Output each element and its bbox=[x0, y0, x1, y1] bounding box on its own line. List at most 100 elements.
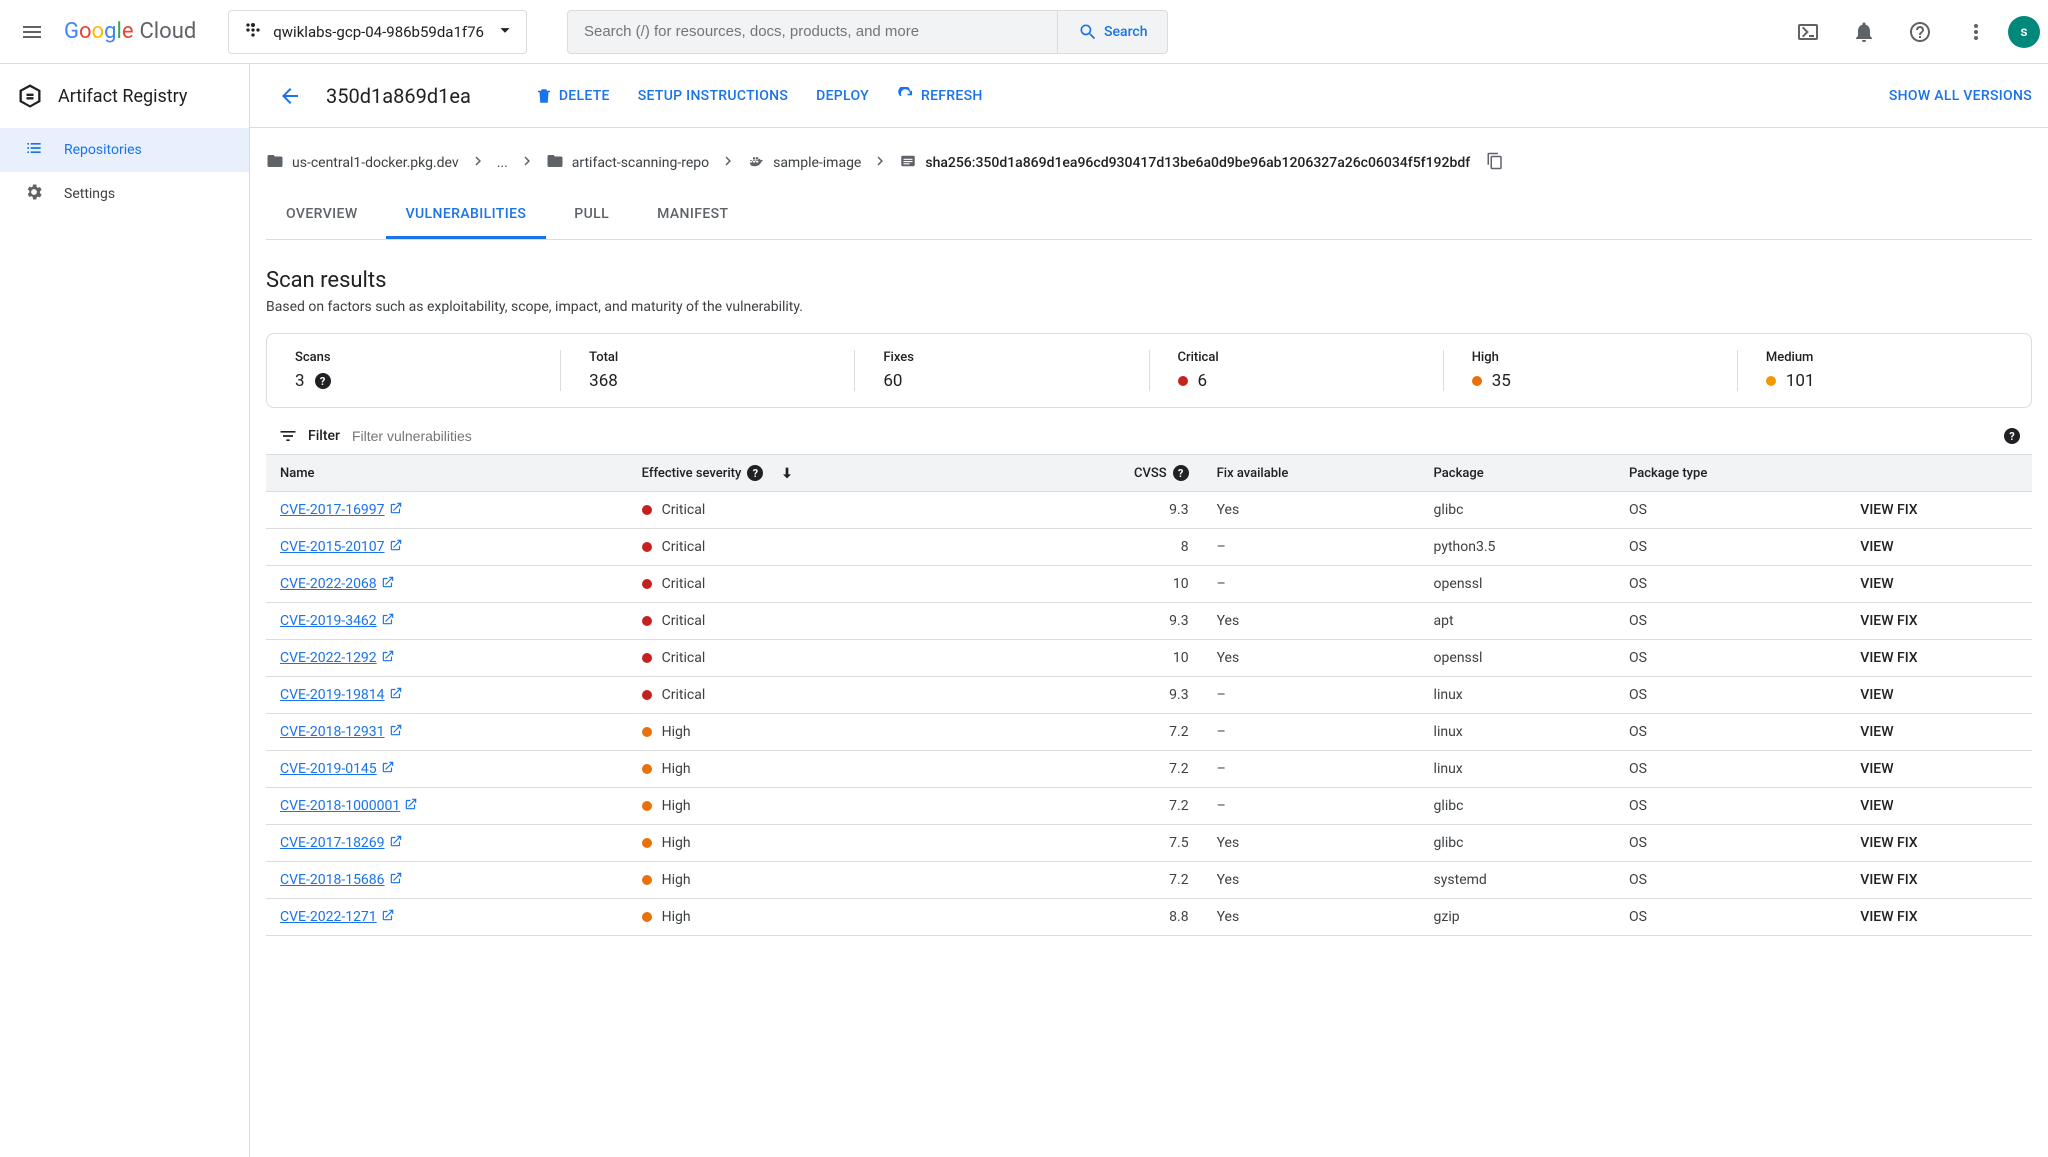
search-bar[interactable]: Search bbox=[567, 10, 1169, 54]
sidebar-item-settings[interactable]: Settings bbox=[0, 172, 249, 216]
package-cell: gzip bbox=[1420, 899, 1615, 936]
digest-icon bbox=[899, 152, 917, 174]
breadcrumb-item[interactable]: artifact-scanning-repo bbox=[546, 152, 709, 174]
view-action-button[interactable]: VIEW bbox=[1860, 798, 1893, 814]
arrow-left-icon bbox=[278, 84, 302, 108]
section-subtitle: Based on factors such as exploitability,… bbox=[266, 299, 2032, 315]
severity-cell: Critical bbox=[642, 650, 1009, 666]
product-header[interactable]: Artifact Registry bbox=[0, 64, 249, 128]
view-action-button[interactable]: VIEW bbox=[1860, 761, 1893, 777]
col-severity[interactable]: Effective severity? bbox=[628, 455, 1023, 492]
severity-cell: Critical bbox=[642, 613, 1009, 629]
cve-link[interactable]: CVE-2019-0145 bbox=[280, 760, 395, 778]
severity-dot-icon bbox=[642, 764, 652, 774]
external-link-icon bbox=[389, 501, 403, 519]
external-link-icon bbox=[381, 649, 395, 667]
delete-button[interactable]: DELETE bbox=[535, 87, 610, 105]
hamburger-menu[interactable] bbox=[8, 8, 56, 56]
show-all-versions-button[interactable]: SHOW ALL VERSIONS bbox=[1889, 88, 2032, 104]
cve-link[interactable]: CVE-2022-1271 bbox=[280, 908, 395, 926]
stat-fixes: Fixes60 bbox=[855, 350, 1149, 391]
view-action-button[interactable]: VIEW bbox=[1860, 539, 1893, 555]
bell-icon bbox=[1852, 20, 1876, 44]
severity-help-icon[interactable]: ? bbox=[747, 465, 763, 481]
cvss-help-icon[interactable]: ? bbox=[1173, 465, 1189, 481]
view-action-button[interactable]: VIEW FIX bbox=[1860, 650, 1917, 666]
view-action-button[interactable]: VIEW FIX bbox=[1860, 613, 1917, 629]
view-action-button[interactable]: VIEW bbox=[1860, 687, 1893, 703]
chevron-right-icon bbox=[719, 152, 737, 174]
cve-link[interactable]: CVE-2018-12931 bbox=[280, 723, 403, 741]
col-package[interactable]: Package bbox=[1420, 455, 1615, 492]
table-row: CVE-2019-3462Critical9.3YesaptOSVIEW FIX bbox=[266, 603, 2032, 640]
deploy-button[interactable]: DEPLOY bbox=[816, 88, 869, 104]
view-action-button[interactable]: VIEW bbox=[1860, 576, 1893, 592]
view-action-button[interactable]: VIEW FIX bbox=[1860, 909, 1917, 925]
package-type-cell: OS bbox=[1615, 899, 1846, 936]
help-icon bbox=[1908, 20, 1932, 44]
filter-help[interactable]: ? bbox=[2004, 428, 2020, 444]
col-cvss[interactable]: CVSS? bbox=[1023, 455, 1203, 492]
setup-instructions-button[interactable]: SETUP INSTRUCTIONS bbox=[638, 88, 788, 104]
severity-dot-icon bbox=[1178, 376, 1188, 386]
gcp-logo[interactable]: Google Cloud bbox=[64, 19, 196, 44]
vulnerabilities-table: Name Effective severity? CVSS? Fix avail… bbox=[266, 454, 2032, 936]
copy-digest-button[interactable] bbox=[1486, 152, 1504, 174]
breadcrumb-item[interactable]: us-central1-docker.pkg.dev bbox=[266, 152, 459, 174]
severity-dot-icon bbox=[642, 542, 652, 552]
cve-link[interactable]: CVE-2015-20107 bbox=[280, 538, 403, 556]
external-link-icon bbox=[381, 908, 395, 926]
cve-link[interactable]: CVE-2022-2068 bbox=[280, 575, 395, 593]
package-type-cell: OS bbox=[1615, 677, 1846, 714]
package-type-cell: OS bbox=[1615, 492, 1846, 529]
back-button[interactable] bbox=[266, 72, 314, 120]
cve-link[interactable]: CVE-2019-3462 bbox=[280, 612, 395, 630]
view-action-button[interactable]: VIEW bbox=[1860, 724, 1893, 740]
tab-manifest[interactable]: MANIFEST bbox=[637, 192, 748, 239]
cve-link[interactable]: CVE-2018-1000001 bbox=[280, 797, 418, 815]
col-name[interactable]: Name bbox=[266, 455, 628, 492]
table-row: CVE-2019-0145High7.2–linuxOSVIEW bbox=[266, 751, 2032, 788]
google-logotype: Google bbox=[64, 19, 133, 44]
tab-vulnerabilities[interactable]: VULNERABILITIES bbox=[386, 192, 547, 239]
tab-overview[interactable]: OVERVIEW bbox=[266, 192, 378, 239]
breadcrumb-item[interactable]: sample-image bbox=[747, 152, 861, 174]
view-action-button[interactable]: VIEW FIX bbox=[1860, 502, 1917, 518]
cve-link[interactable]: CVE-2022-1292 bbox=[280, 649, 395, 667]
table-row: CVE-2017-16997Critical9.3YesglibcOSVIEW … bbox=[266, 492, 2032, 529]
cvss-cell: 7.2 bbox=[1023, 751, 1203, 788]
fix-cell: – bbox=[1203, 566, 1420, 603]
account-avatar[interactable]: s bbox=[2008, 16, 2040, 48]
search-button[interactable]: Search bbox=[1057, 11, 1167, 53]
scans-help-icon[interactable]: ? bbox=[315, 373, 331, 389]
page-header: 350d1a869d1ea DELETE SETUP INSTRUCTIONS … bbox=[250, 64, 2048, 128]
stats-card: Scans3 ?Total368Fixes60Critical6High35Me… bbox=[266, 333, 2032, 408]
cve-link[interactable]: CVE-2017-16997 bbox=[280, 501, 403, 519]
notifications-button[interactable] bbox=[1840, 8, 1888, 56]
cve-link[interactable]: CVE-2019-19814 bbox=[280, 686, 403, 704]
stat-total: Total368 bbox=[561, 350, 855, 391]
breadcrumbs: us-central1-docker.pkg.dev... artifact-sc… bbox=[266, 152, 2032, 174]
toolbar: DELETE SETUP INSTRUCTIONS DEPLOY REFRESH bbox=[535, 87, 983, 105]
more-button[interactable] bbox=[1952, 8, 2000, 56]
table-row: CVE-2018-12931High7.2–linuxOSVIEW bbox=[266, 714, 2032, 751]
breadcrumb-item[interactable]: ... bbox=[497, 155, 508, 171]
page-body: us-central1-docker.pkg.dev... artifact-sc… bbox=[250, 128, 2048, 976]
gear-icon bbox=[24, 182, 44, 206]
col-package-type[interactable]: Package type bbox=[1615, 455, 1846, 492]
sidebar-item-repositories[interactable]: Repositories bbox=[0, 128, 249, 172]
search-input[interactable] bbox=[568, 23, 1057, 40]
view-action-button[interactable]: VIEW FIX bbox=[1860, 835, 1917, 851]
fix-cell: Yes bbox=[1203, 640, 1420, 677]
project-picker[interactable]: qwiklabs-gcp-04-986b59da1f76 bbox=[228, 10, 527, 54]
refresh-button[interactable]: REFRESH bbox=[897, 87, 983, 105]
view-action-button[interactable]: VIEW FIX bbox=[1860, 872, 1917, 888]
col-fix[interactable]: Fix available bbox=[1203, 455, 1420, 492]
cloud-shell-button[interactable] bbox=[1784, 8, 1832, 56]
cve-link[interactable]: CVE-2017-18269 bbox=[280, 834, 403, 852]
cve-link[interactable]: CVE-2018-15686 bbox=[280, 871, 403, 889]
filter-input[interactable] bbox=[350, 427, 1994, 445]
help-button[interactable] bbox=[1896, 8, 1944, 56]
tab-pull[interactable]: PULL bbox=[554, 192, 629, 239]
sort-desc-icon bbox=[779, 465, 795, 481]
